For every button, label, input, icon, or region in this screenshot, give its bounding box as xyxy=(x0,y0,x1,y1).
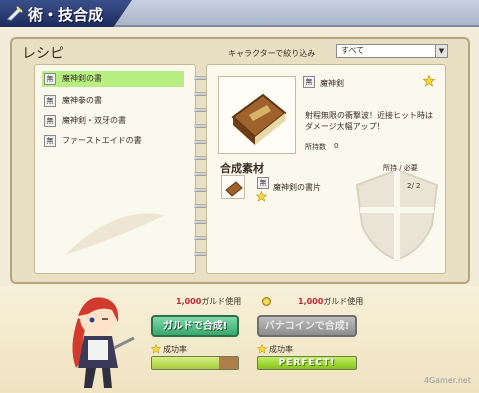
success-rate-remainder xyxy=(219,357,238,369)
recipe-item-label: 魔神剣の書 xyxy=(62,74,102,83)
perfect-label: PERFECT! xyxy=(278,358,336,368)
book-quill-icon xyxy=(7,6,23,21)
synthesize-with-coin-button[interactable]: バナコインで合成! xyxy=(257,315,357,337)
element-badge: 無 xyxy=(44,115,56,127)
gald-cost-value: 1,000 xyxy=(176,297,202,306)
material-thumbnail xyxy=(221,175,245,199)
title-bar: 術・技合成 xyxy=(0,0,479,27)
success-rate-label: 成功率 xyxy=(269,345,293,354)
owned-value: 0 xyxy=(334,142,339,150)
description-line: ダメージ大幅アップ！ xyxy=(305,122,385,131)
success-rate-fill xyxy=(152,357,219,369)
gald-cost-unit: ガルド使用 xyxy=(201,297,242,306)
recipe-heading: レシピ xyxy=(22,46,64,62)
success-rate-bar-coin: PERFECT! xyxy=(257,356,357,370)
coin-cost: 1,000ガルド使用 xyxy=(298,296,363,307)
window-title: 術・技合成 xyxy=(28,6,104,24)
character-filter-select[interactable]: すべて ▼ xyxy=(336,44,448,58)
element-badge: 無 xyxy=(44,135,56,147)
item-thumbnail xyxy=(218,76,296,154)
coin-cost-unit: ガルド使用 xyxy=(323,297,364,306)
recipe-item-3[interactable]: 無 ファーストエイドの書 xyxy=(42,133,184,149)
book-icon xyxy=(231,93,287,145)
coin-cost-value: 1,000 xyxy=(298,297,324,306)
material-count: 2/ 2 xyxy=(407,182,421,190)
success-rate-bar-gald xyxy=(151,356,239,370)
success-rate-label: 成功率 xyxy=(163,345,187,354)
watermark: 4Gamer.net xyxy=(423,376,471,385)
material-name: 魔神剣の書片 xyxy=(273,183,321,192)
element-badge: 無 xyxy=(44,95,56,107)
materials-column-header: 所持 / 必要 xyxy=(383,164,418,172)
star-icon xyxy=(257,344,267,354)
owned-label: 所持数 xyxy=(305,143,326,151)
description-line: 射程無限の衝撃波！近接ヒット時は xyxy=(305,111,433,120)
recipe-item-label: 魔神拳の書 xyxy=(62,96,102,105)
materials-heading: 合成素材 xyxy=(220,162,264,175)
item-description: 射程無限の衝撃波！近接ヒット時は ダメージ大幅アップ！ xyxy=(305,110,435,132)
recipe-item-label: ファーストエイドの書 xyxy=(62,136,142,145)
filter-label: キャラクターで絞り込み xyxy=(228,49,316,58)
star-icon xyxy=(423,75,435,87)
shield-watermark-icon xyxy=(355,168,439,262)
star-icon xyxy=(151,344,161,354)
gald-cost: 1,000ガルド使用 xyxy=(176,296,241,307)
filter-value: すべて xyxy=(341,46,365,55)
quill-watermark-icon xyxy=(65,213,165,255)
item-name: 魔神剣 xyxy=(320,79,344,88)
coin-icon xyxy=(262,297,271,306)
synthesize-with-gald-button[interactable]: ガルドで合成! xyxy=(151,315,239,337)
element-badge: 無 xyxy=(303,76,315,88)
recipe-item-0[interactable]: 無 魔神剣の書 xyxy=(42,71,184,87)
chevron-down-icon: ▼ xyxy=(435,45,447,57)
element-badge: 無 xyxy=(44,73,56,85)
recipe-item-label: 魔神剣・双牙の書 xyxy=(62,116,126,125)
star-icon xyxy=(256,191,267,202)
character-portrait-icon xyxy=(72,297,135,388)
recipe-item-1[interactable]: 無 魔神拳の書 xyxy=(42,93,184,109)
book-fragment-icon xyxy=(225,181,243,197)
element-badge: 無 xyxy=(257,177,269,189)
recipe-item-2[interactable]: 無 魔神剣・双牙の書 xyxy=(42,113,184,129)
